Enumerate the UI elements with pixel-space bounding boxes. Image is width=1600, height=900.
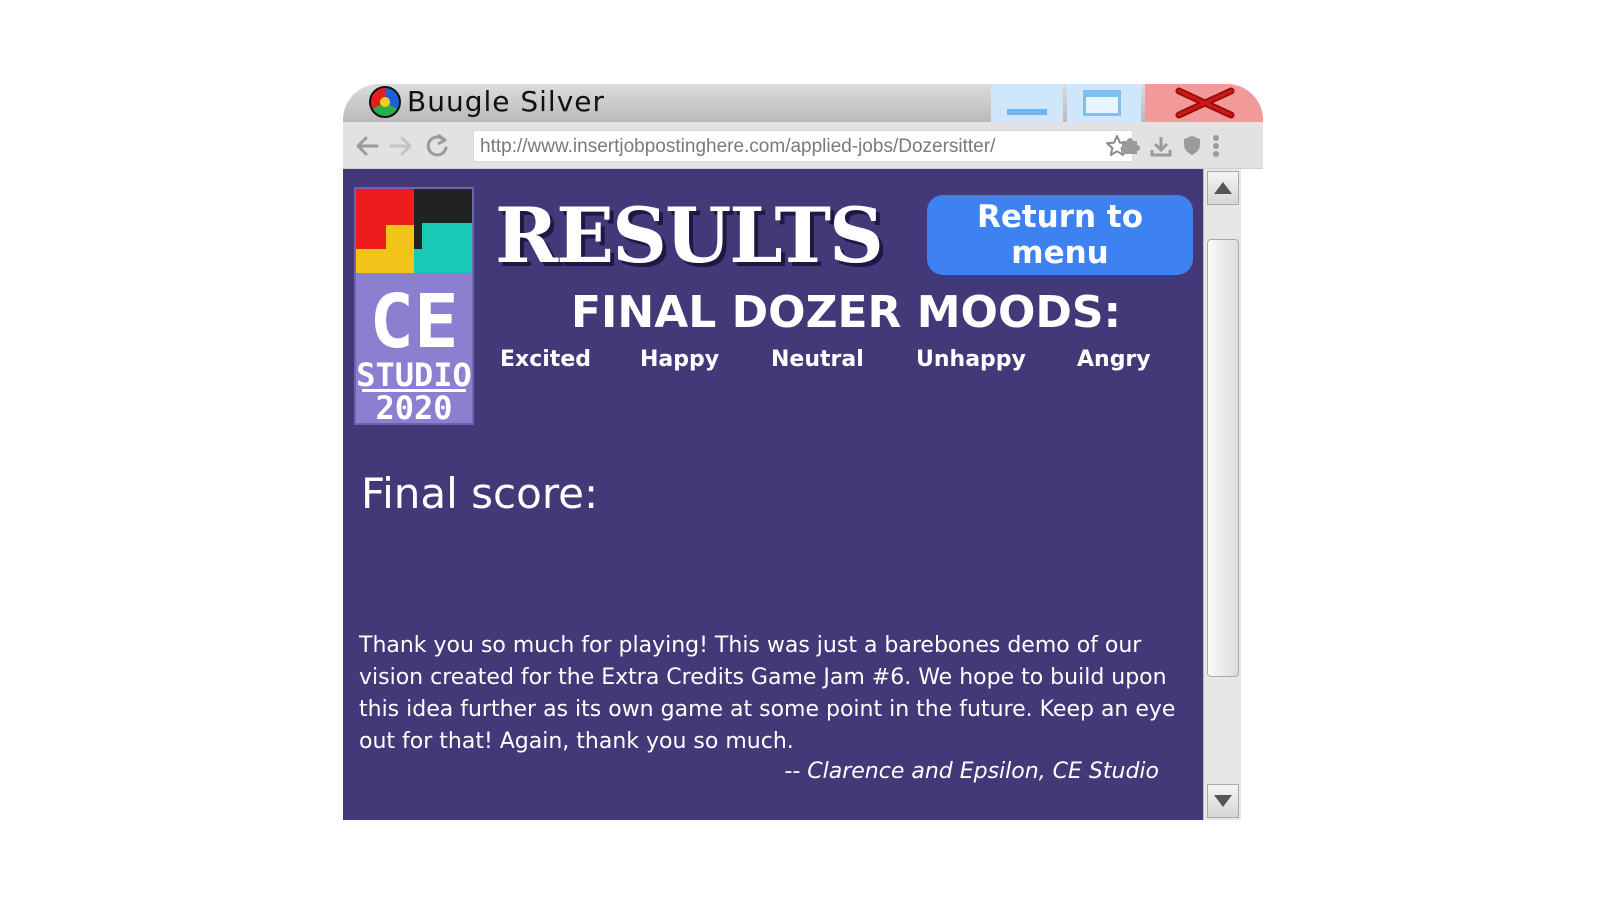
- game-screen: CE STUDIO 2020 RESULTS Return to menu FI…: [343, 169, 1223, 820]
- mood-label-unhappy: Unhappy: [916, 347, 1026, 372]
- ce-studio-logo: CE STUDIO 2020: [354, 187, 474, 427]
- browser-window: Buugle Silver http://www.insertjobpostin…: [343, 84, 1263, 820]
- results-title: RESULTS: [495, 191, 884, 280]
- navigation-bar: http://www.insertjobpostinghere.com/appl…: [343, 122, 1263, 169]
- minimize-button[interactable]: [991, 84, 1063, 122]
- svg-text:2020: 2020: [375, 389, 452, 423]
- browser-logo-icon: [369, 86, 401, 118]
- svg-text:CE: CE: [369, 279, 458, 365]
- scroll-thumb[interactable]: [1207, 239, 1239, 677]
- mood-label-happy: Happy: [640, 347, 720, 372]
- puzzle-icon[interactable]: [1119, 134, 1141, 156]
- forward-icon[interactable]: [387, 132, 415, 160]
- maximize-button[interactable]: [1067, 84, 1141, 122]
- title-bar: Buugle Silver: [343, 84, 1263, 122]
- moods-heading: FINAL DOZER MOODS:: [571, 287, 1122, 338]
- return-to-menu-button[interactable]: Return to menu: [927, 195, 1193, 275]
- back-icon[interactable]: [353, 132, 381, 160]
- more-icon[interactable]: [1211, 134, 1221, 158]
- mood-label-excited: Excited: [500, 347, 591, 372]
- signature: -- Clarence and Epsilon, CE Studio: [784, 759, 1159, 784]
- scroll-up-button[interactable]: [1207, 171, 1239, 205]
- maximize-icon: [1083, 90, 1121, 116]
- mood-label-neutral: Neutral: [771, 347, 864, 372]
- download-icon[interactable]: [1149, 134, 1173, 158]
- shield-icon[interactable]: [1181, 134, 1203, 156]
- reload-icon[interactable]: [423, 132, 451, 160]
- close-button[interactable]: [1145, 84, 1263, 122]
- window-title: Buugle Silver: [407, 85, 606, 118]
- final-score-label: Final score:: [361, 469, 599, 518]
- thank-you-message: Thank you so much for playing! This was …: [359, 633, 1176, 754]
- close-icon: [1175, 87, 1235, 119]
- address-bar[interactable]: http://www.insertjobpostinghere.com/appl…: [473, 130, 1133, 162]
- arrow-up-icon: [1214, 182, 1232, 194]
- arrow-down-icon: [1214, 795, 1232, 807]
- scroll-down-button[interactable]: [1207, 784, 1239, 818]
- mood-label-angry: Angry: [1077, 347, 1151, 372]
- vertical-scrollbar[interactable]: [1203, 169, 1241, 820]
- studio-logo-art: CE STUDIO 2020: [356, 189, 472, 427]
- minimize-icon: [1007, 109, 1047, 115]
